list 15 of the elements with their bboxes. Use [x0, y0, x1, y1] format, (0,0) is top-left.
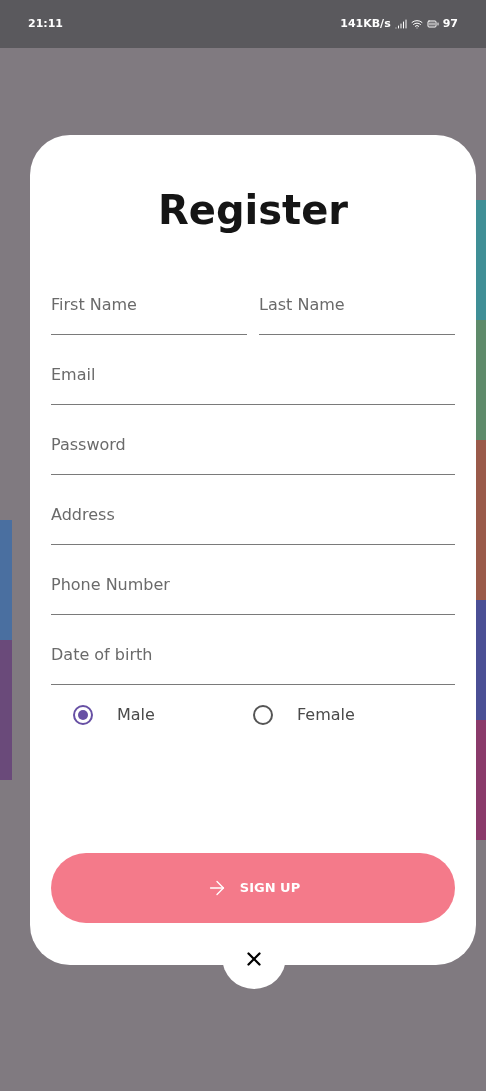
- gender-radio[interactable]: Female: [253, 703, 433, 727]
- register-title: Register: [156, 186, 350, 235]
- status-time: 21:11: [28, 15, 63, 32]
- network-speed: 141KB/s: [340, 15, 391, 32]
- text-field[interactable]: Address: [51, 475, 455, 545]
- name-field[interactable]: Last Name: [259, 265, 455, 335]
- wifi-icon: [410, 18, 423, 30]
- text-field[interactable]: Date of birth: [51, 615, 455, 685]
- text-field[interactable]: Phone Number: [51, 545, 455, 615]
- text-field[interactable]: Password: [51, 405, 455, 475]
- text-field[interactable]: Email: [51, 335, 455, 405]
- battery-level: 97: [442, 15, 458, 32]
- name-field[interactable]: First Name: [51, 265, 247, 335]
- battery-icon: [426, 18, 439, 30]
- gender-radio[interactable]: Male: [73, 703, 253, 727]
